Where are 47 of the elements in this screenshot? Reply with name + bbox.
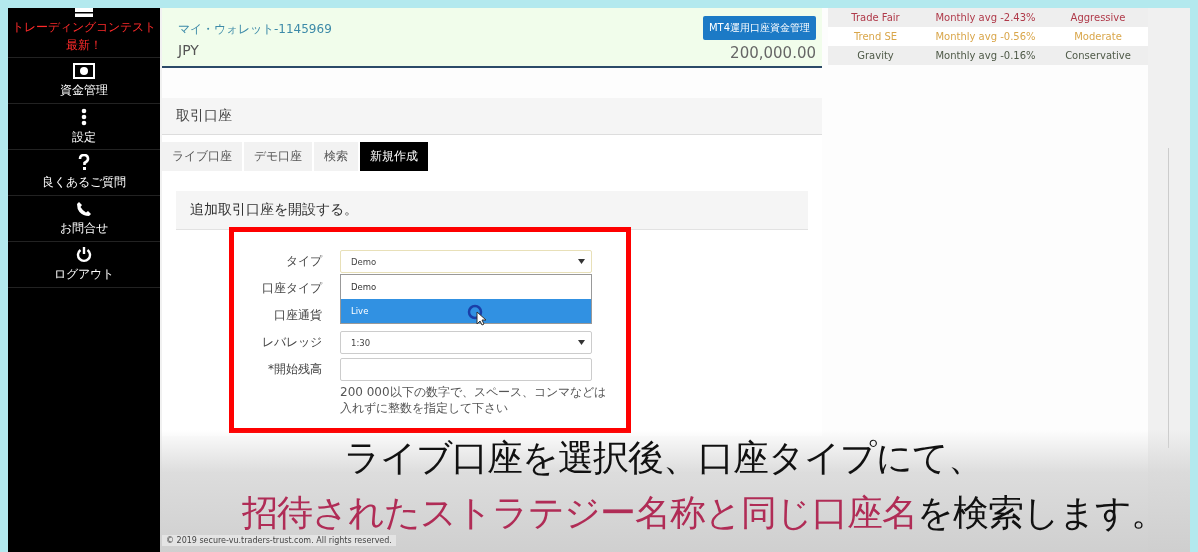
currency-label: JPY: [178, 41, 200, 58]
sidebar-label: 設定: [72, 128, 96, 146]
field-label: タイプ: [285, 253, 322, 270]
sidebar-label: トレーディングコンテスト: [12, 19, 156, 36]
new-label: 最新！: [66, 37, 102, 54]
table-cell-text: Gravity: [856, 50, 895, 61]
field-label: レバレッジ: [261, 334, 322, 351]
sidebar-label: ログアウト: [54, 266, 114, 283]
table-cell-text: Aggressive: [1069, 12, 1127, 23]
dropdown-option[interactable]: Demo: [341, 275, 591, 299]
hint-text: 200 000以下の数字で、スペース、コンマなどは入れずに整数を指定して下さい: [340, 385, 607, 417]
field-label: 口座通貨: [273, 307, 322, 324]
input-field[interactable]: [340, 358, 592, 381]
table-cell-text: Monthly avg -0.16%: [934, 50, 1037, 61]
panel-title: 取引口座: [176, 107, 232, 125]
question-icon: [78, 154, 90, 171]
menu-icon: [81, 107, 87, 126]
sidebar-label: お問合せ: [60, 219, 108, 237]
subtitle-text: を検索します。: [917, 491, 1166, 535]
wallet-title: マイ・ウォレット-1145969: [178, 20, 332, 38]
fund-management-button[interactable]: MT4運用口座資金管理: [702, 16, 816, 40]
select-field[interactable]: Demo: [340, 250, 592, 273]
caret-icon: [578, 259, 585, 264]
table-cell-text: Trade Fair: [850, 12, 901, 23]
tab[interactable]: ライブ口座: [162, 142, 242, 171]
tab[interactable]: 検索: [314, 142, 358, 171]
copyright-text: © 2019 secure-vu.traders-trust.com. All rights reserved.: [162, 535, 396, 546]
balance-amount: 200,000.00: [730, 44, 816, 62]
table-cell-text: Conservative: [1064, 50, 1132, 61]
table-cell-text: Moderate: [1073, 31, 1123, 42]
table-cell-text: Monthly avg -0.56%: [934, 31, 1037, 42]
tab[interactable]: 新規作成: [360, 142, 428, 171]
subtitle-text: 招待されたストラテジー名称と同じ口座名: [242, 491, 917, 535]
form-title: 追加取引口座を開設する。: [190, 201, 358, 219]
phone-icon: [76, 200, 92, 217]
field-label: *開始残高: [267, 361, 322, 378]
banknote-icon: [73, 62, 95, 79]
sidebar-label: 資金管理: [60, 81, 108, 99]
field-label: 口座タイプ: [261, 280, 322, 297]
sidebar-label: 良くあるご質問: [42, 174, 126, 191]
caret-icon: [578, 340, 585, 345]
table-cell-text: Trend SE: [852, 31, 899, 42]
table-cell-text: Monthly avg -2.43%: [934, 12, 1037, 23]
select-field[interactable]: 1:30: [340, 331, 592, 354]
subtitle-text: ライブ口座を選択後、口座タイプにて、: [343, 436, 983, 480]
tab[interactable]: デモ口座: [244, 142, 312, 171]
power-icon: [76, 246, 92, 263]
